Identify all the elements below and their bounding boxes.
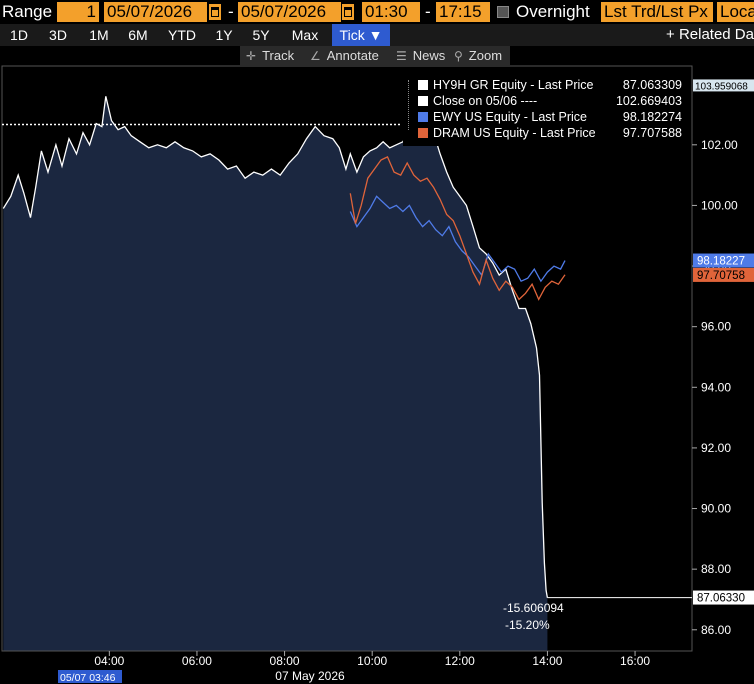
x-tick-label: 14:00 (532, 654, 562, 668)
y-tick-label: 94.00 (701, 380, 731, 394)
legend-swatch (418, 96, 428, 106)
x-tick-label: 16:00 (620, 654, 650, 668)
annotate-button[interactable]: ∠ Annotate (310, 46, 379, 66)
y-tick-label: 92.00 (701, 441, 731, 455)
y-tick-label: 88.00 (701, 562, 731, 576)
legend-label: HY9H GR Equity - Last Price (433, 78, 594, 92)
legend-swatch (418, 112, 428, 122)
legend-item-ewy[interactable]: EWY US Equity - Last Price 98.182274 (418, 109, 686, 125)
legend-value: 102.669403 (615, 94, 682, 108)
cursor-time-label: 05/07 03:46 (60, 672, 116, 684)
change-absolute: -15.606094 (503, 601, 564, 615)
y-tick-label: 102.00 (701, 138, 738, 152)
legend-swatch (418, 80, 428, 90)
top-price-tag-label: 103.959068 (695, 81, 748, 92)
crosshair-icon: ✛ (246, 49, 257, 63)
news-button[interactable]: ☰ News (396, 46, 445, 66)
zoom-button[interactable]: ⚲ Zoom (454, 46, 502, 66)
chart-toolbar: ✛ Track ∠ Annotate ☰ News ⚲ Zoom (240, 46, 510, 66)
track-label: Track (262, 48, 295, 63)
x-tick-label: 08:00 (270, 654, 300, 668)
legend-label: EWY US Equity - Last Price (433, 110, 587, 124)
search-icon: ⚲ (454, 49, 463, 63)
legend-item-dram[interactable]: DRAM US Equity - Last Price 97.707588 (418, 125, 686, 141)
y-tick-label: 96.00 (701, 320, 731, 334)
legend-handle (408, 80, 415, 130)
change-percent: -15.20% (505, 618, 550, 632)
y-tick-label: 86.00 (701, 623, 731, 637)
x-tick-label: 04:00 (94, 654, 124, 668)
track-button[interactable]: ✛ Track (246, 46, 294, 66)
zoom-label: Zoom (468, 48, 503, 63)
annotate-label: Annotate (326, 48, 379, 63)
legend-label: DRAM US Equity - Last Price (433, 126, 596, 140)
pencil-icon: ∠ (310, 49, 321, 63)
x-tick-label: 10:00 (357, 654, 387, 668)
x-tick-label: 12:00 (445, 654, 475, 668)
legend-item-hy9h[interactable]: HY9H GR Equity - Last Price 87.063309 (418, 77, 686, 93)
chart-legend[interactable]: HY9H GR Equity - Last Price 87.063309 Clo… (403, 74, 688, 146)
y-tick-label: 90.00 (701, 502, 731, 516)
x-tick-label: 06:00 (182, 654, 212, 668)
dram-price-tag-label: 97.70758 (697, 270, 745, 282)
legend-value: 98.182274 (622, 110, 682, 124)
y-tick-label: 100.00 (701, 198, 738, 212)
date-label: 07 May 2026 (275, 669, 345, 683)
legend-swatch (418, 128, 428, 138)
hy9h-price-tag-label: 87.06330 (697, 593, 745, 605)
legend-label: Close on 05/06 ---- (433, 94, 538, 108)
ewy-price-tag-label: 98.18227 (697, 256, 745, 268)
legend-value: 97.707588 (622, 126, 682, 140)
news-label: News (412, 48, 446, 63)
news-icon: ☰ (396, 49, 407, 63)
legend-item-close[interactable]: Close on 05/06 ---- 102.669403 (418, 93, 686, 109)
legend-value: 87.063309 (622, 78, 682, 92)
hy9h-area (3, 96, 548, 652)
